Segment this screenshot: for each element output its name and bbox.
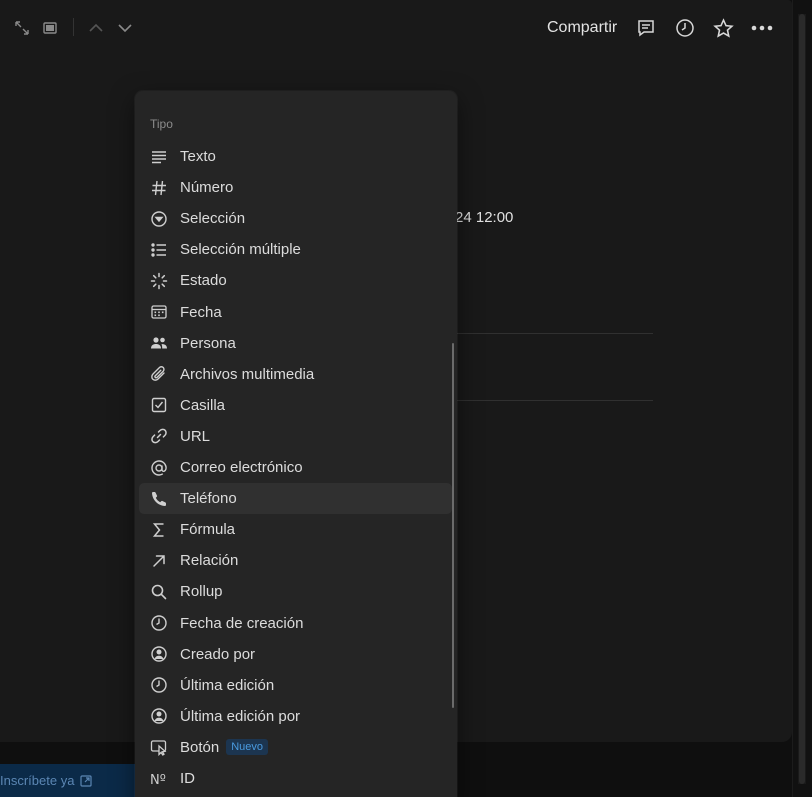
hash-icon (149, 178, 169, 198)
menu-item-estado[interactable]: Estado (139, 265, 452, 296)
menu-item-label: Selección múltiple (180, 241, 301, 259)
svg-text:Nº: Nº (150, 773, 166, 788)
chevron-up-icon[interactable] (84, 16, 108, 40)
menu-item-label: Botón (180, 738, 220, 756)
chevron-down-icon[interactable] (113, 16, 137, 40)
menu-item-archivos-multimedia[interactable]: Archivos multimedia (139, 359, 452, 390)
calendar-icon (149, 302, 169, 322)
at-icon (149, 458, 169, 478)
menu-item-última-edición[interactable]: Última edición (139, 670, 452, 701)
page-scrollbar[interactable] (799, 14, 805, 784)
select-icon (149, 209, 169, 229)
menu-item-fórmula[interactable]: Fórmula (139, 514, 452, 545)
menu-item-label: Relación (180, 552, 239, 570)
external-link-icon (80, 774, 93, 787)
topbar-divider (73, 18, 74, 36)
arrow-up-right-icon (149, 551, 169, 571)
menu-item-texto[interactable]: Texto (139, 141, 452, 172)
sigma-icon (149, 520, 169, 540)
checkbox-icon (149, 395, 169, 415)
menu-item-casilla[interactable]: Casilla (139, 390, 452, 421)
share-button[interactable]: Compartir (547, 19, 617, 37)
divider (457, 333, 653, 334)
comment-icon[interactable] (633, 15, 659, 41)
menu-item-id[interactable]: Nº ID (139, 763, 452, 794)
menu-item-label: Última edición por (180, 707, 301, 725)
people-icon (149, 333, 169, 353)
text-lines-icon (149, 147, 169, 167)
menu-item-relación[interactable]: Relación (139, 545, 452, 576)
menu-item-label: Estado (180, 272, 227, 290)
menu-item-label: Texto (180, 148, 216, 165)
menu-item-número[interactable]: Número (139, 172, 452, 203)
menu-item-url[interactable]: URL (139, 421, 452, 452)
menu-title: Tipo (150, 117, 173, 131)
expand-icon[interactable] (10, 16, 34, 40)
clock-icon (149, 675, 169, 695)
paperclip-icon (149, 364, 169, 384)
menu-item-label: Persona (180, 334, 236, 352)
menu-scrollbar[interactable] (452, 343, 454, 708)
magnifier-icon (149, 582, 169, 602)
menu-item-fecha-de-creación[interactable]: Fecha de creación (139, 608, 452, 639)
menu-item-última-edición-por[interactable]: Última edición por (139, 701, 452, 732)
menu-item-label: ID (180, 770, 195, 787)
menu-item-label: Fecha de creación (180, 614, 304, 632)
numero-icon: Nº (149, 769, 169, 789)
menu-item-label: URL (180, 427, 211, 445)
topbar: Compartir (0, 0, 792, 56)
cursor-icon (149, 737, 169, 757)
new-badge: Nuevo (226, 739, 268, 756)
menu-item-label: Fórmula (180, 521, 236, 539)
status-icon (149, 271, 169, 291)
property-date-value: 24 12:00 (455, 209, 514, 226)
menu-item-creado-por[interactable]: Creado por (139, 639, 452, 670)
menu-item-label: Última edición (180, 676, 275, 694)
clock-icon[interactable] (672, 15, 698, 41)
signup-label: Inscríbete ya (0, 773, 75, 788)
menu-item-label: Rollup (180, 583, 223, 601)
link-icon (149, 426, 169, 446)
list-icon (149, 240, 169, 260)
menu-item-rollup[interactable]: Rollup (139, 576, 452, 607)
menu-item-botón[interactable]: Botón Nuevo (139, 732, 452, 763)
more-icon[interactable] (749, 15, 775, 41)
signup-banner[interactable]: Inscríbete ya (0, 764, 135, 797)
menu-item-label: Correo electrónico (180, 459, 303, 476)
phone-icon (149, 489, 169, 509)
divider (457, 400, 653, 401)
property-type-menu: Tipo Texto Número Selección Selección múlti… (135, 91, 457, 797)
menu-item-label: Selección (180, 210, 246, 228)
user-circle-icon (149, 644, 169, 664)
menu-item-selección[interactable]: Selección (139, 203, 452, 234)
menu-item-label: Creado por (180, 645, 256, 663)
menu-item-correo-electrónico[interactable]: Correo electrónico (139, 452, 452, 483)
user-circle-icon (149, 706, 169, 726)
star-icon[interactable] (710, 15, 736, 41)
menu-item-persona[interactable]: Persona (139, 328, 452, 359)
menu-item-label: Archivos multimedia (180, 365, 315, 383)
menu-item-fecha[interactable]: Fecha (139, 297, 452, 328)
menu-item-selección-múltiple[interactable]: Selección múltiple (139, 234, 452, 265)
sidebar-icon[interactable] (38, 16, 62, 40)
menu-item-label: Número (180, 179, 234, 197)
menu-item-label: Casilla (180, 396, 226, 414)
menu-item-label: Fecha (180, 303, 222, 321)
clock-icon (149, 613, 169, 633)
menu-item-teléfono[interactable]: Teléfono (139, 483, 452, 515)
menu-item-label: Teléfono (180, 490, 237, 508)
